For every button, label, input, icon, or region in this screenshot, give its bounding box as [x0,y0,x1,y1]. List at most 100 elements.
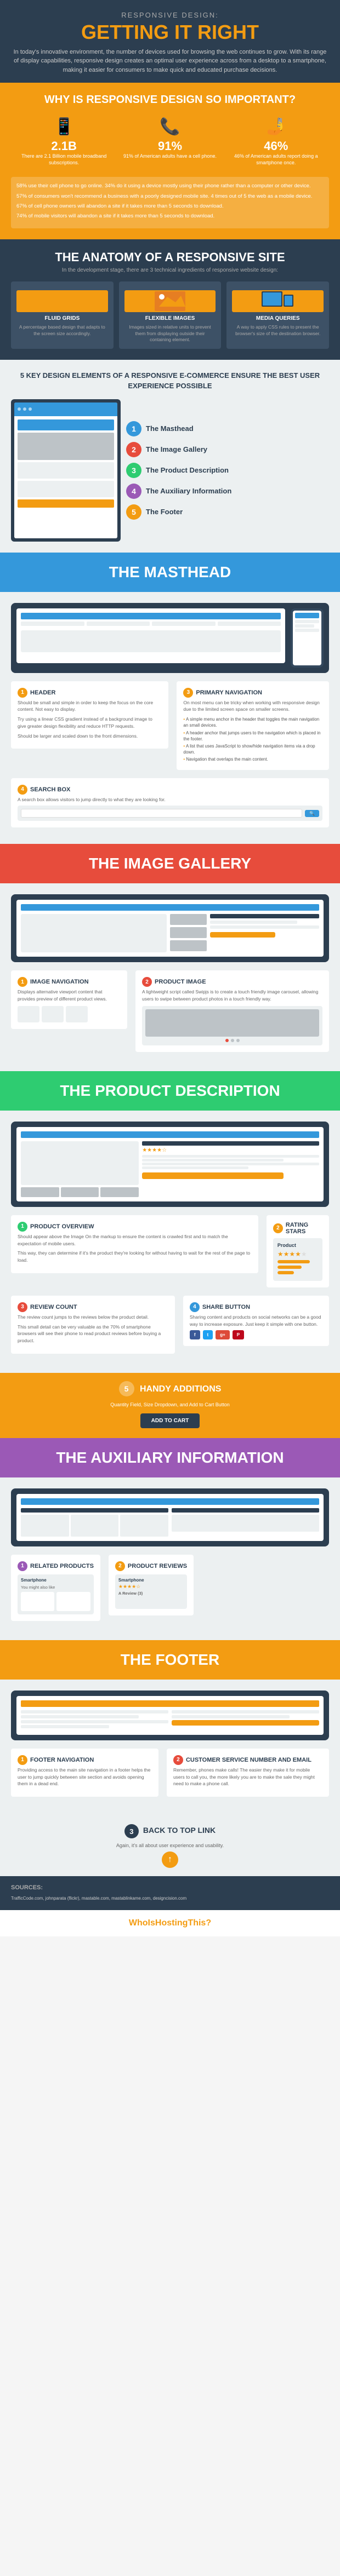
dot-1 [18,407,21,411]
p-t1 [142,1155,319,1158]
p-t4 [142,1166,248,1169]
element-num-1: 1 [126,421,141,436]
product-main-img [21,1141,139,1185]
product-reviews-card: 2 PRODUCT REVIEWS Smartphone ★★★★☆ A Rev… [109,1555,194,1615]
back-top-button[interactable]: ↑ [162,1852,178,1868]
add-to-cart-button[interactable]: Add to Cart [140,1413,200,1428]
s-footer [18,499,114,508]
element-label-2: The Image Gallery [146,445,207,453]
search-box-title: 4 SEARCH BOX [18,785,322,795]
review-t1 [174,1517,317,1520]
masthead-screen-inner [16,608,285,663]
rel-1 [21,1515,69,1537]
screenshot-body [14,416,117,538]
anatomy-card-images: FLEXIBLE IMAGES Images sized in relative… [119,281,222,349]
stats-row: 📱 2.1B There are 2.1 Billion mobile broa… [11,114,329,169]
primary-nav-desc: On most menu can be tricky when working … [183,699,322,714]
anatomy-card-queries: MEDIA QUERIES A way to apply CSS rules t… [226,281,329,349]
rating-stars-card: 2 RATING STARS Product ★★★★★ [267,1215,329,1287]
fluid-grid-visual [16,290,108,312]
review-count-note: This small detail can be very valuable a… [18,1324,168,1344]
five-elements-title: 5 KEY DESIGN ELEMENTS OF A RESPONSIVE E-… [11,371,329,390]
rating-fill-3 [277,1271,294,1274]
rating-fill-1 [277,1260,310,1263]
related-products-title: 1 RELATED PRODUCTS [18,1561,94,1571]
review-t3 [174,1525,317,1527]
p-title [142,1141,319,1146]
gallery-t2 [210,921,298,924]
gp-share[interactable]: g+ [216,1330,230,1339]
footer-phone-btn [172,1720,319,1726]
pin-share[interactable]: P [233,1330,244,1339]
related-products-row [21,1515,168,1537]
product-header-bar [21,1131,319,1138]
related-product-name: Smartphone [21,1578,90,1583]
back-top-desc: Again, it's all about user experience an… [8,1843,332,1848]
review-count-title: 3 REVIEW COUNT [18,1302,168,1312]
smartphone-icon: 🤳 [226,117,326,136]
rel-3 [120,1515,168,1537]
search-button-mock: 🔍 [305,810,319,817]
aux-content-row [21,1508,319,1537]
header-card-note: Should be larger and scaled down to the … [18,733,162,740]
element-num-3: 3 [126,463,141,478]
brand-part2: This? [188,1918,211,1928]
masthead-device-container [11,603,329,673]
mobile-screen [293,611,321,665]
gallery-text-side [210,914,320,952]
reviews-mockup [172,1515,319,1532]
element-masthead: 1 The Masthead [126,421,329,436]
phone-icon: 📞 [120,117,220,136]
product-device-row: ★★★★☆ [11,1122,329,1207]
primary-nav-title: 3 PRIMARY NAVIGATION [183,688,322,698]
why-title: WHY IS RESPONSIVE DESIGN SO IMPORTANT? [11,94,329,106]
footer-contact-2 [172,1715,290,1718]
fb-share[interactable]: f [190,1330,200,1339]
thumb-mock-2 [42,1006,64,1022]
elements-screenshot [11,399,121,542]
footer-nav-desc: Providing access to the main site naviga… [18,1767,152,1787]
image-nav-title: 1 IMAGE NAVIGATION [18,977,121,987]
handy-number: 5 [119,1381,134,1396]
element-label-5: The Footer [146,508,183,516]
header-card-title: 1 HEADER [18,688,162,698]
gallery-title: THE IMAGE GALLERY [11,855,329,872]
auxiliary-screen [16,1494,324,1541]
share-button-desc: Sharing content and products on social n… [190,1314,322,1328]
related-products-card: 1 RELATED PRODUCTS Smartphone You might … [11,1555,100,1621]
swipe-img [145,1009,319,1037]
search-input-mock [21,809,302,818]
review-count-card: 3 REVIEW COUNT The review count jumps to… [11,1296,175,1354]
mock-text-1 [24,634,277,637]
fact-4: 74% of mobile visitors will abandon a si… [16,212,324,220]
rating-bar-2 [277,1266,318,1269]
related-grid [21,1592,90,1611]
p-t3 [142,1163,319,1165]
nav-tip-2: A header anchor that jumps users to the … [183,729,322,743]
five-elements-section: 5 KEY DESIGN ELEMENTS OF A RESPONSIVE E-… [0,360,340,552]
product-reviews-title: 2 PRODUCT REVIEWS [115,1561,187,1571]
dot-active [225,1039,229,1042]
footer-section-title: THE FOOTER [11,1651,329,1669]
thumb-mock-3 [66,1006,88,1022]
element-label-3: The Product Description [146,466,229,474]
element-num-2: 2 [126,442,141,457]
auxiliary-device-container [11,1488,329,1546]
gallery-info-row: 1 IMAGE NAVIGATION Displays alternative … [11,970,329,1052]
tw-share[interactable]: t [203,1330,213,1339]
stat-item-1: 📱 2.1B There are 2.1 Billion mobile broa… [11,114,117,169]
brand-name: WhoIsHostingThis? [8,1918,332,1928]
review-count-desc: The review count jumps to the reviews be… [18,1314,168,1321]
masthead-screen-desktop [16,608,285,663]
product-image-title: 2 PRODUCT IMAGE [142,977,322,987]
aux-reviews [172,1508,319,1537]
footer-nav-title: 1 FOOTER NAVIGATION [18,1755,152,1765]
header-subtitle: Responsive Design: [11,11,329,19]
footer-info-row: 1 FOOTER NAVIGATION Providing access to … [11,1749,329,1797]
search-box-desc: A search box allows visitors to jump dir… [18,796,322,803]
mobile-icon: 📱 [14,117,114,136]
footer-content: 1 FOOTER NAVIGATION Providing access to … [0,1680,340,1816]
rating-row-3 [277,1271,318,1274]
element-gallery: 2 The Image Gallery [126,442,329,457]
gallery-thumbs [170,914,207,952]
